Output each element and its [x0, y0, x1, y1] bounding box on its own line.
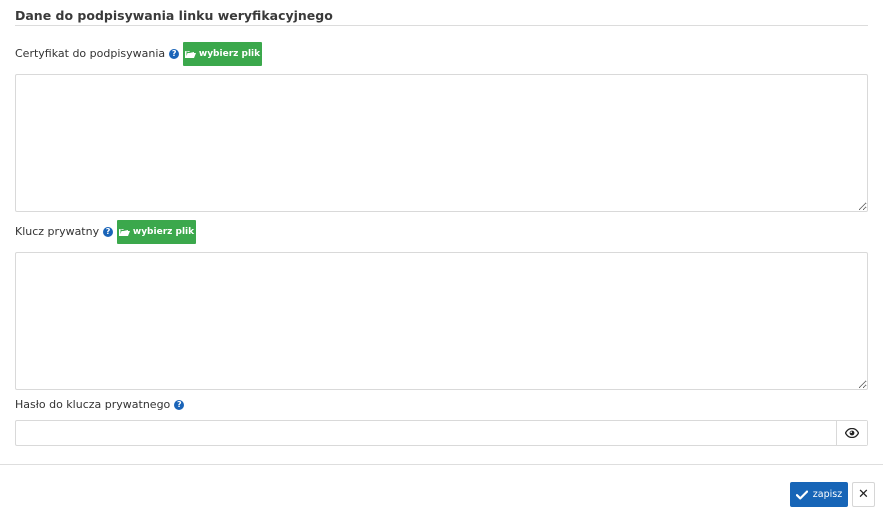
- section-divider: [15, 25, 868, 26]
- close-button[interactable]: ✕: [852, 482, 875, 507]
- show-password-button[interactable]: [836, 421, 867, 445]
- close-icon: ✕: [858, 487, 869, 502]
- certificate-label: Certyfikat do podpisywania: [15, 47, 166, 60]
- private-key-textarea[interactable]: [15, 252, 868, 390]
- folder-open-icon: [184, 51, 196, 58]
- question-circle-icon[interactable]: ?: [169, 48, 180, 59]
- check-icon: [795, 490, 808, 499]
- password-label-row: Hasło do klucza prywatnego ?: [15, 398, 185, 411]
- save-button-label: zapisz: [812, 489, 843, 500]
- question-circle-icon[interactable]: ?: [174, 399, 185, 410]
- save-button[interactable]: zapisz: [790, 482, 848, 507]
- folder-open-icon: [118, 229, 130, 236]
- private-key-choose-file-label: wybierz plik: [132, 227, 195, 237]
- certificate-choose-file-button[interactable]: wybierz plik: [183, 42, 262, 66]
- settings-form: Dane do podpisywania linku weryfikacyjne…: [0, 0, 883, 515]
- footer-divider: [0, 464, 883, 465]
- password-input-group: [15, 420, 868, 446]
- question-circle-icon[interactable]: ?: [103, 226, 114, 237]
- eye-icon: [845, 428, 859, 438]
- private-key-choose-file-button[interactable]: wybierz plik: [117, 220, 196, 244]
- certificate-choose-file-label: wybierz plik: [198, 49, 261, 59]
- password-input[interactable]: [16, 421, 836, 445]
- certificate-label-row: Certyfikat do podpisywania ?: [15, 47, 180, 60]
- section-title: Dane do podpisywania linku weryfikacyjne…: [15, 8, 333, 23]
- password-label: Hasło do klucza prywatnego: [15, 398, 171, 411]
- private-key-label-row: Klucz prywatny ?: [15, 225, 114, 238]
- certificate-textarea[interactable]: [15, 74, 868, 212]
- private-key-label: Klucz prywatny: [15, 225, 100, 238]
